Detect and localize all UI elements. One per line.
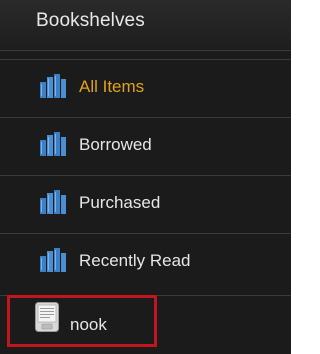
sidebar-item-all-items[interactable]: All Items: [0, 59, 291, 117]
sidebar-item-label: Borrowed: [79, 135, 152, 154]
bookshelf-icon: [40, 190, 66, 214]
bookshelves-panel: Bookshelves All Items Borrowed Purchased…: [0, 0, 291, 354]
bookshelf-icon: [40, 132, 66, 156]
panel-header: Bookshelves: [0, 0, 291, 51]
sidebar-item-label: All Items: [79, 77, 145, 96]
sidebar-item-borrowed[interactable]: Borrowed: [0, 117, 291, 175]
sidebar-item-label: Purchased: [79, 193, 161, 212]
sidebar-item-label: Recently Read: [79, 251, 191, 270]
bookshelf-icon: [40, 74, 66, 98]
highlight-annotation-box: [7, 295, 157, 347]
panel-title: Bookshelves: [36, 10, 145, 31]
sidebar-item-purchased[interactable]: Purchased: [0, 175, 291, 233]
bookshelf-icon: [40, 248, 66, 272]
sidebar-item-recently-read[interactable]: Recently Read: [0, 233, 291, 291]
